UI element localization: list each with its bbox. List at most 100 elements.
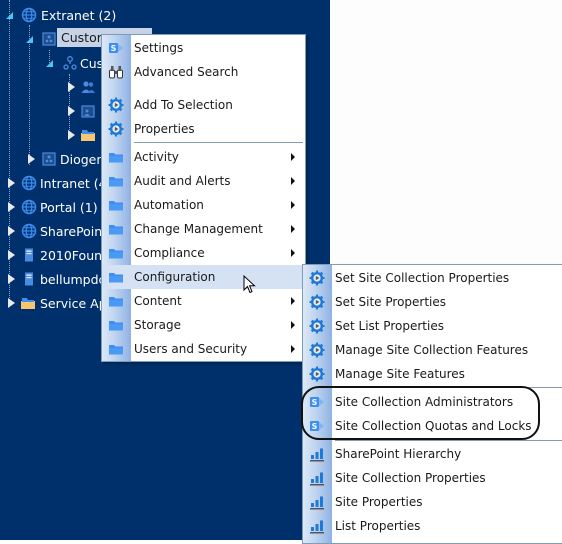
gear-play-icon [309, 294, 325, 310]
folder-icon [108, 269, 124, 285]
menu-item-settings[interactable]: Settings [102, 36, 305, 60]
menu-item-label: SharePoint Hierarchy [335, 447, 462, 461]
menu-item-properties[interactable]: Properties [102, 117, 305, 141]
submenu-item-manage-site-collection-features[interactable]: Manage Site Collection Features [303, 338, 562, 362]
expand-toggle-icon[interactable] [8, 274, 15, 284]
menu-item-label: Content [134, 294, 182, 308]
menu-item-label: Storage [134, 318, 181, 332]
binoculars-icon [108, 64, 124, 80]
server-icon [21, 271, 37, 287]
menu-item-label: Change Management [134, 222, 263, 236]
tree-node-picture-library[interactable] [0, 100, 100, 122]
menu-item-configuration[interactable]: Configuration [102, 265, 305, 289]
report-chart-icon [309, 470, 325, 486]
menu-item-storage[interactable]: Storage [102, 313, 305, 337]
submenu-item-manage-site-features[interactable]: Manage Site Features [303, 362, 562, 386]
menu-item-label: Site Collection Properties [335, 471, 486, 485]
menu-item-label: Site Properties [335, 495, 423, 509]
menu-separator [335, 440, 562, 441]
folder-icon [108, 221, 124, 237]
site-collection-icon [41, 151, 57, 167]
tree-node-folder[interactable] [0, 124, 100, 146]
globe-icon [21, 199, 37, 215]
menu-item-label: Properties [134, 122, 195, 136]
submenu-arrow-icon [291, 249, 295, 257]
gear-play-icon [309, 318, 325, 334]
expand-toggle-icon[interactable] [8, 298, 15, 308]
folder-icon [20, 295, 36, 311]
menu-item-add-to-selection[interactable]: Add To Selection [102, 93, 305, 117]
menu-item-audit-and-alerts[interactable]: Audit and Alerts [102, 169, 305, 193]
submenu-arrow-icon [291, 321, 295, 329]
tree-node-label: Diogen [60, 152, 105, 167]
expand-toggle-icon[interactable] [8, 250, 15, 260]
submenu-item-set-list-properties[interactable]: Set List Properties [303, 314, 562, 338]
collapse-toggle-icon[interactable] [46, 60, 53, 67]
gear-play-icon [309, 342, 325, 358]
menu-item-label: Set Site Properties [335, 295, 447, 309]
site-collection-icon [41, 31, 57, 47]
submenu-arrow-icon [291, 201, 295, 209]
expand-toggle-icon[interactable] [8, 226, 15, 236]
expand-toggle-icon[interactable] [68, 106, 75, 116]
mouse-cursor-icon [243, 275, 256, 294]
menu-item-automation[interactable]: Automation [102, 193, 305, 217]
menu-item-label: Settings [134, 41, 184, 55]
submenu-item-set-site-properties[interactable]: Set Site Properties [303, 290, 562, 314]
report-chart-icon [309, 518, 325, 534]
expand-toggle-icon[interactable] [68, 130, 75, 140]
menu-item-label: Set List Properties [335, 319, 444, 333]
folder-icon [80, 127, 96, 143]
folder-icon [108, 149, 124, 165]
gear-play-icon [309, 366, 325, 382]
tree-node-users[interactable] [0, 76, 100, 98]
menu-item-label: Manage Site Collection Features [335, 343, 529, 357]
picture-library-icon [80, 103, 96, 119]
menu-item-label: Users and Security [134, 342, 248, 356]
tree-node-label: Cus [80, 56, 104, 71]
submenu-item-list-properties-report[interactable]: List Properties [303, 514, 562, 538]
site-hierarchy-icon [62, 55, 78, 71]
submenu-item-site-collection-properties-report[interactable]: Site Collection Properties [303, 466, 562, 490]
expand-toggle-icon[interactable] [28, 154, 35, 164]
menu-item-content[interactable]: Content [102, 289, 305, 313]
expand-toggle-icon[interactable] [68, 82, 75, 92]
submenu-item-site-properties-report[interactable]: Site Properties [303, 490, 562, 514]
menu-item-label: Set Site Collection Properties [335, 271, 510, 285]
menu-item-change-management[interactable]: Change Management [102, 217, 305, 241]
collapse-toggle-icon[interactable] [26, 36, 33, 43]
menu-item-label: Compliance [134, 246, 205, 260]
expand-toggle-icon[interactable] [8, 202, 15, 212]
menu-item-compliance[interactable]: Compliance [102, 241, 305, 265]
menu-item-label: Advanced Search [134, 65, 239, 79]
tree-node-extranet[interactable]: Extranet (2) [0, 4, 330, 26]
menu-item-users-and-security[interactable]: Users and Security [102, 337, 305, 361]
expand-toggle-icon[interactable] [8, 178, 15, 188]
gear-play-icon [108, 121, 124, 137]
collapse-toggle-icon[interactable] [6, 12, 13, 19]
report-chart-icon [309, 446, 325, 462]
folder-icon [108, 197, 124, 213]
menu-item-advanced-search[interactable]: Advanced Search [102, 60, 305, 84]
menu-item-label: Activity [134, 150, 179, 164]
folder-icon [108, 173, 124, 189]
menu-item-label: Add To Selection [134, 98, 233, 112]
folder-icon [108, 293, 124, 309]
folder-icon [108, 341, 124, 357]
submenu-arrow-icon [291, 297, 295, 305]
menu-separator [134, 142, 303, 143]
folder-icon [108, 245, 124, 261]
gear-play-icon [309, 270, 325, 286]
menu-item-label: Manage Site Features [335, 367, 465, 381]
annotation-highlight-oval [301, 386, 540, 440]
tree-node-label: Extranet (2) [41, 8, 117, 23]
tree-node-label: Portal (1) [40, 200, 98, 215]
users-icon [80, 79, 96, 95]
submenu-item-sharepoint-hierarchy[interactable]: SharePoint Hierarchy [303, 442, 562, 466]
menu-item-label: Automation [134, 198, 204, 212]
globe-icon [21, 7, 37, 23]
submenu-arrow-icon [291, 177, 295, 185]
sharepoint-icon [108, 40, 124, 56]
menu-item-activity[interactable]: Activity [102, 145, 305, 169]
submenu-item-set-site-collection-properties[interactable]: Set Site Collection Properties [303, 266, 562, 290]
